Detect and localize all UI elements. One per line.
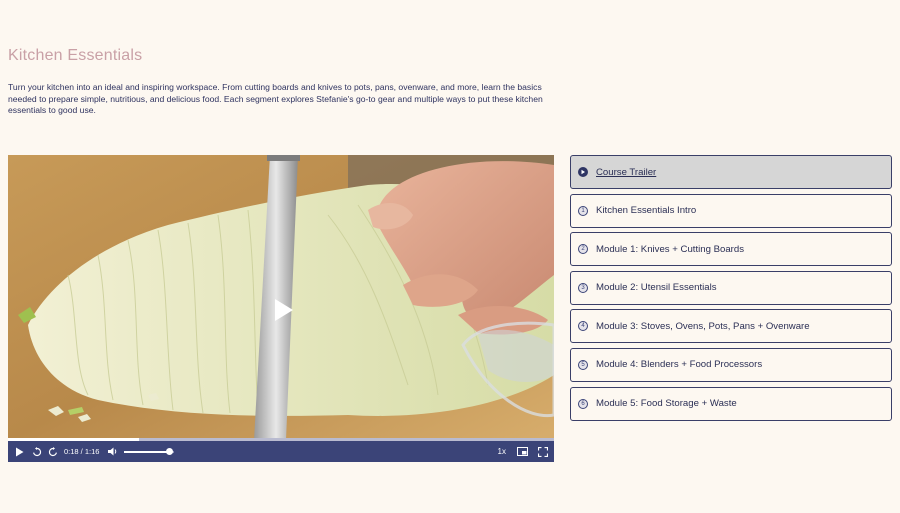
lesson-item-module-2[interactable]: 3 Module 2: Utensil Essentials <box>570 270 892 305</box>
forward-icon[interactable] <box>47 446 58 457</box>
lesson-label: Module 3: Stoves, Ovens, Pots, Pans + Ov… <box>596 320 810 332</box>
rewind-icon[interactable] <box>31 446 42 457</box>
lesson-number-badge: 1 <box>578 205 588 216</box>
play-icon[interactable] <box>13 447 25 457</box>
volume-fill <box>124 450 170 453</box>
lesson-number-badge: 4 <box>578 321 588 332</box>
lesson-label: Module 5: Food Storage + Waste <box>596 398 737 410</box>
playback-speed-button[interactable]: 1x <box>498 447 506 456</box>
play-circle-icon <box>578 167 588 177</box>
video-player[interactable]: 0:18 / 1:16 1x <box>8 155 554 462</box>
lesson-label: Module 4: Blenders + Food Processors <box>596 359 763 371</box>
lesson-item-module-3[interactable]: 4 Module 3: Stoves, Ovens, Pots, Pans + … <box>570 309 892 344</box>
lesson-item-intro[interactable]: 1 Kitchen Essentials Intro <box>570 193 892 228</box>
lesson-item-module-1[interactable]: 2 Module 1: Knives + Cutting Boards <box>570 232 892 267</box>
lesson-list: Course Trailer 1 Kitchen Essentials Intr… <box>570 155 892 425</box>
lesson-label: Module 2: Utensil Essentials <box>596 282 717 294</box>
lesson-item-course-trailer[interactable]: Course Trailer <box>570 155 892 189</box>
volume-knob[interactable] <box>165 448 173 455</box>
picture-in-picture-icon[interactable] <box>516 447 528 456</box>
page-title: Kitchen Essentials <box>8 47 143 64</box>
video-frame[interactable] <box>8 155 554 440</box>
player-controls: 0:18 / 1:16 1x <box>8 441 554 462</box>
lesson-label: Course Trailer <box>596 166 657 178</box>
lesson-item-module-5[interactable]: 6 Module 5: Food Storage + Waste <box>570 386 892 421</box>
lesson-number-badge: 5 <box>578 359 588 370</box>
time-display: 0:18 / 1:16 <box>64 447 100 456</box>
big-play-icon[interactable] <box>273 298 295 322</box>
volume-icon[interactable] <box>107 447 118 456</box>
lesson-item-module-4[interactable]: 5 Module 4: Blenders + Food Processors <box>570 347 892 382</box>
lesson-number-badge: 2 <box>578 244 588 255</box>
lesson-label: Kitchen Essentials Intro <box>596 205 697 217</box>
lesson-number-badge: 6 <box>578 398 588 409</box>
course-description: Turn your kitchen into an ideal and insp… <box>8 82 543 116</box>
volume-slider[interactable] <box>124 448 175 455</box>
lesson-number-badge: 3 <box>578 282 588 293</box>
lesson-label: Module 1: Knives + Cutting Boards <box>596 243 744 255</box>
fullscreen-icon[interactable] <box>537 446 548 457</box>
